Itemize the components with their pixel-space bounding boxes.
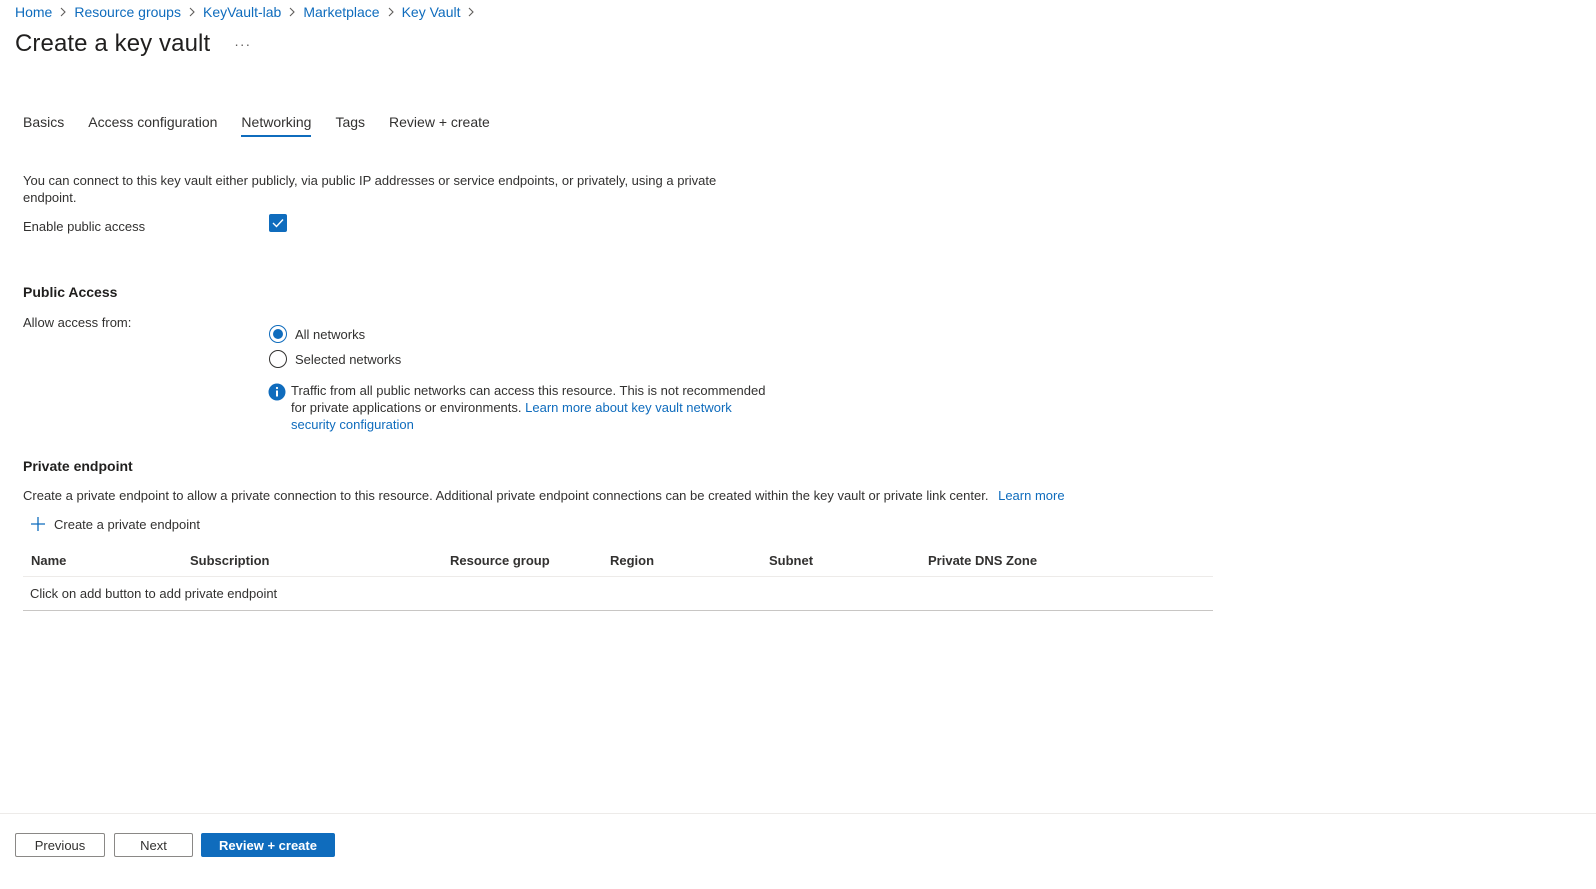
tab-networking[interactable]: Networking [241,114,312,137]
column-header-subnet: Subnet [769,553,814,568]
create-private-endpoint-button[interactable]: Create a private endpoint [30,516,200,532]
info-text: Traffic from all public networks can acc… [291,382,768,433]
chevron-right-icon [460,7,482,17]
info-icon [268,383,286,401]
radio-all-networks[interactable]: All networks [269,325,365,343]
radio-dot [273,329,283,339]
tab-access-configuration[interactable]: Access configuration [88,114,217,137]
private-endpoint-table: Name Subscription Resource group Region … [23,548,1213,611]
breadcrumb-marketplace[interactable]: Marketplace [303,4,379,20]
breadcrumb: Home Resource groups KeyVault-lab Market… [15,4,482,20]
breadcrumb-key-vault[interactable]: Key Vault [402,4,461,20]
footer-divider [0,813,1596,814]
tab-review-create[interactable]: Review + create [389,114,490,137]
tab-bar: Basics Access configuration Networking T… [23,114,514,137]
table-header: Name Subscription Resource group Region … [23,548,1213,577]
table-empty-row: Click on add button to add private endpo… [23,577,1213,611]
enable-public-access-checkbox[interactable] [269,214,287,232]
column-header-resource-group: Resource group [450,553,550,568]
private-endpoint-description-text: Create a private endpoint to allow a pri… [23,488,989,503]
radio-selected-networks[interactable]: Selected networks [269,350,401,368]
column-header-subscription: Subscription [190,553,270,568]
footer-actions: Previous Next Review + create [15,833,335,857]
tab-tags[interactable]: Tags [335,114,365,137]
breadcrumb-keyvault-lab[interactable]: KeyVault-lab [203,4,281,20]
checkmark-icon [272,219,284,228]
enable-public-access-label: Enable public access [23,219,146,234]
plus-icon [31,517,45,531]
create-private-endpoint-label: Create a private endpoint [54,516,200,532]
radio-label: All networks [295,326,366,342]
column-header-name: Name [31,553,67,568]
allow-access-from-label: Allow access from: [23,315,132,330]
breadcrumb-home[interactable]: Home [15,4,52,20]
next-button[interactable]: Next [114,833,193,857]
previous-button[interactable]: Previous [15,833,105,857]
column-header-private-dns-zone: Private DNS Zone [928,553,1038,568]
breadcrumb-resource-groups[interactable]: Resource groups [74,4,181,20]
column-header-region: Region [610,553,655,568]
review-create-button[interactable]: Review + create [201,833,335,857]
page-title: Create a key vault [15,30,211,57]
private-endpoint-title: Private endpoint [23,458,133,474]
private-endpoint-description: Create a private endpoint to allow a pri… [23,488,1065,503]
tab-basics[interactable]: Basics [23,114,64,137]
title-row: Create a key vault ··· [15,30,251,58]
chevron-right-icon [281,7,303,17]
networking-intro: You can connect to this key vault either… [23,173,717,205]
radio-button[interactable] [269,325,287,343]
info-message: Traffic from all public networks can acc… [268,382,768,433]
chevron-right-icon [380,7,402,17]
learn-more-link[interactable]: Learn more [998,488,1064,503]
more-options-button[interactable]: ··· [234,36,251,52]
chevron-right-icon [52,7,74,17]
radio-button[interactable] [269,350,287,368]
radio-label: Selected networks [295,351,402,367]
chevron-right-icon [181,7,203,17]
public-access-title: Public Access [23,284,118,300]
